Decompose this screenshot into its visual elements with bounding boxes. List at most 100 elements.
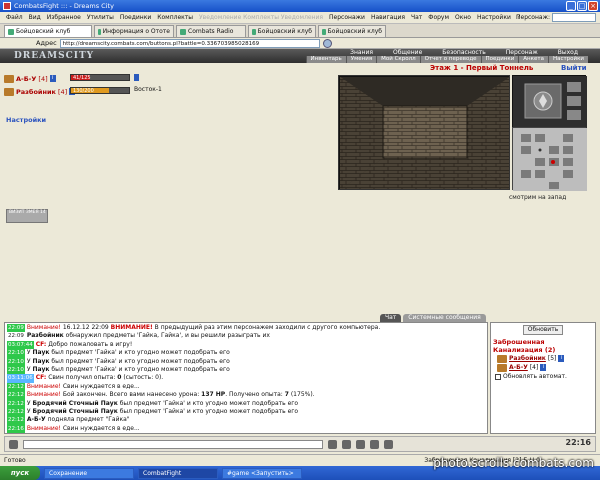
room-player-name[interactable]: А-Б-У (509, 364, 528, 371)
subnav-transfer-report[interactable]: Отчет о переводе (419, 56, 481, 63)
subnav-settings[interactable]: Настройки (547, 56, 588, 63)
minimize-button[interactable]: _ (566, 1, 576, 11)
browser-window: CombatsFight ::: - Dreams City _ □ × Фай… (0, 0, 600, 480)
nav-character[interactable]: Персонаж (496, 49, 548, 56)
chat-tabs: Чат Системные сообщения (380, 314, 486, 322)
nav-knowledge[interactable]: Знания (340, 49, 383, 56)
start-button[interactable]: пуск (0, 466, 40, 480)
send-icon[interactable] (328, 439, 337, 449)
player-name[interactable]: А-Б-У (16, 75, 36, 83)
chat-timestamp[interactable]: 22:16 (7, 424, 25, 433)
chat-timestamp[interactable]: 22:09 (7, 332, 25, 340)
auto-refresh-checkbox[interactable] (495, 373, 501, 380)
room-player[interactable]: А-Б-У [4] i (497, 363, 593, 372)
room-player-name[interactable]: Разбойник (509, 355, 546, 362)
chat-timestamp[interactable]: 22:10 (7, 349, 25, 358)
player-level: [4] (57, 87, 68, 96)
chat-input[interactable] (23, 439, 323, 449)
tab-info[interactable]: Информация о Ототe (94, 25, 174, 37)
tab-system-messages[interactable]: Системные сообщения (403, 314, 486, 322)
info-icon[interactable]: i (558, 355, 565, 362)
chat-text: (175%). (288, 391, 315, 399)
subnav-battles[interactable]: Поединки (480, 56, 519, 63)
taskbar-item[interactable]: #game <Запустить> (222, 467, 302, 479)
room-player[interactable]: Разбойник [5] i (497, 354, 593, 363)
go-icon[interactable] (322, 38, 332, 48)
subnav-scroll[interactable]: Мой Скролл (376, 56, 420, 63)
chat-timestamp[interactable]: 22:12 (7, 399, 25, 408)
chat-timestamp[interactable]: 22:12 (7, 407, 25, 417)
maximize-button[interactable]: □ (577, 1, 587, 11)
chat-timestamp[interactable]: 03:16:56 (7, 433, 34, 434)
menu-view[interactable]: Вид (29, 14, 41, 21)
forward-icon (567, 96, 581, 106)
character-search-input[interactable] (552, 13, 596, 22)
tab-fight-club-2[interactable]: Бойцовский клуб (248, 25, 316, 37)
sound-icon[interactable] (384, 439, 393, 449)
hp-bar: 41/125 (70, 74, 130, 81)
nav-exit[interactable]: Выход (548, 49, 588, 56)
url-input[interactable]: http://dreamscity.combats.com/buttons.pl… (59, 38, 320, 48)
nav-communication[interactable]: Общение (383, 49, 432, 56)
chat-timestamp[interactable]: 22:12 (7, 416, 25, 425)
taskbar-item[interactable]: CombatFight (138, 467, 218, 479)
chat-text: CF: (35, 374, 47, 382)
chat-log[interactable]: 22:09 Внимание! 16.12.12 22:09 ВНИМАНИЕ! … (4, 322, 488, 434)
menu-navigation[interactable]: Навигация (371, 14, 405, 21)
watermark-text: photo.scrolls.combats.com (433, 456, 594, 470)
chat-text: был предмет 'Гайка' и кто угодно может п… (49, 365, 230, 373)
info-icon[interactable]: i (540, 364, 547, 371)
menu-utilities[interactable]: Утилиты (87, 14, 114, 21)
visit-counter-badge[interactable]: ВИЗИТ ЗМЕЯ 14 (6, 209, 48, 223)
tab-radio[interactable]: Combats Radio (176, 25, 246, 37)
chat-text: был предмет 'Гайка' и кто угодно может п… (117, 399, 299, 407)
address-label: Адрес (36, 39, 57, 47)
menu-battles[interactable]: Поединки (120, 14, 151, 21)
chat-text: . Получено опыта: (225, 391, 285, 399)
dungeon-view[interactable] (338, 75, 510, 190)
subnav-profile[interactable]: Анкета (518, 56, 548, 63)
clear-icon[interactable] (342, 439, 351, 449)
filter-icon[interactable] (356, 439, 365, 449)
menu-window[interactable]: Окно (455, 14, 471, 21)
menu-characters[interactable]: Персонажи (329, 14, 365, 21)
character-search-label: Персонаж: (515, 14, 550, 21)
chat-text: Внимание! (26, 382, 61, 390)
player-level: [4] (38, 74, 48, 83)
menu-favorites[interactable]: Избранное (47, 14, 81, 21)
tab-fight-club-3[interactable]: Бойцовский клуб (318, 25, 386, 37)
subnav-inventory[interactable]: Инвентарь (305, 56, 346, 63)
refresh-button[interactable]: Обновить (523, 325, 563, 335)
auto-refresh[interactable]: Обновлять автомат. (495, 373, 593, 380)
chat-timestamp[interactable]: 22:09 (7, 324, 25, 333)
translit-icon[interactable] (370, 439, 379, 449)
subnav-skills[interactable]: Умения (345, 56, 377, 63)
player-name[interactable]: Разбойник (16, 88, 56, 96)
menu-chat[interactable]: Чат (411, 14, 422, 21)
chat-timestamp[interactable]: 03:07:44 (7, 340, 34, 350)
smile-icon[interactable] (9, 439, 18, 449)
settings-link[interactable]: Настройки (6, 116, 46, 124)
menu-file[interactable]: Файл (6, 14, 23, 21)
close-button[interactable]: × (588, 1, 598, 11)
chat-timestamp[interactable]: 22:12 (7, 382, 25, 392)
menu-forum[interactable]: Форум (428, 14, 449, 21)
chat-timestamp[interactable]: 22:10 (7, 365, 25, 375)
taskbar-item[interactable]: Сохранение (44, 467, 134, 479)
tab-fight-club-1[interactable]: Бойцовский клуб (4, 25, 92, 37)
chat-message: 22:12 У Бродячий Сточный Паук был предмет… (7, 399, 485, 408)
auto-refresh-label: Обновлять автомат. (503, 373, 567, 380)
chat-timestamp[interactable]: 22:12 (7, 391, 25, 400)
info-icon[interactable]: i (49, 75, 56, 82)
room-player-level: [5] (547, 355, 557, 362)
menu-sets[interactable]: Комплекты (157, 14, 193, 21)
tab-icon (8, 28, 14, 35)
menu-settings[interactable]: Настройки (477, 14, 511, 21)
dungeon-minimap[interactable] (512, 127, 587, 191)
tab-chat[interactable]: Чат (380, 314, 402, 322)
nav-security[interactable]: Безопасность (432, 49, 496, 56)
chat-text: Свин нуждается в еде... (60, 382, 140, 390)
chat-timestamp[interactable]: 22:10 (7, 357, 25, 366)
exit-link[interactable]: Выйти (561, 64, 587, 72)
chat-timestamp[interactable]: 03:11:06 (7, 374, 34, 383)
